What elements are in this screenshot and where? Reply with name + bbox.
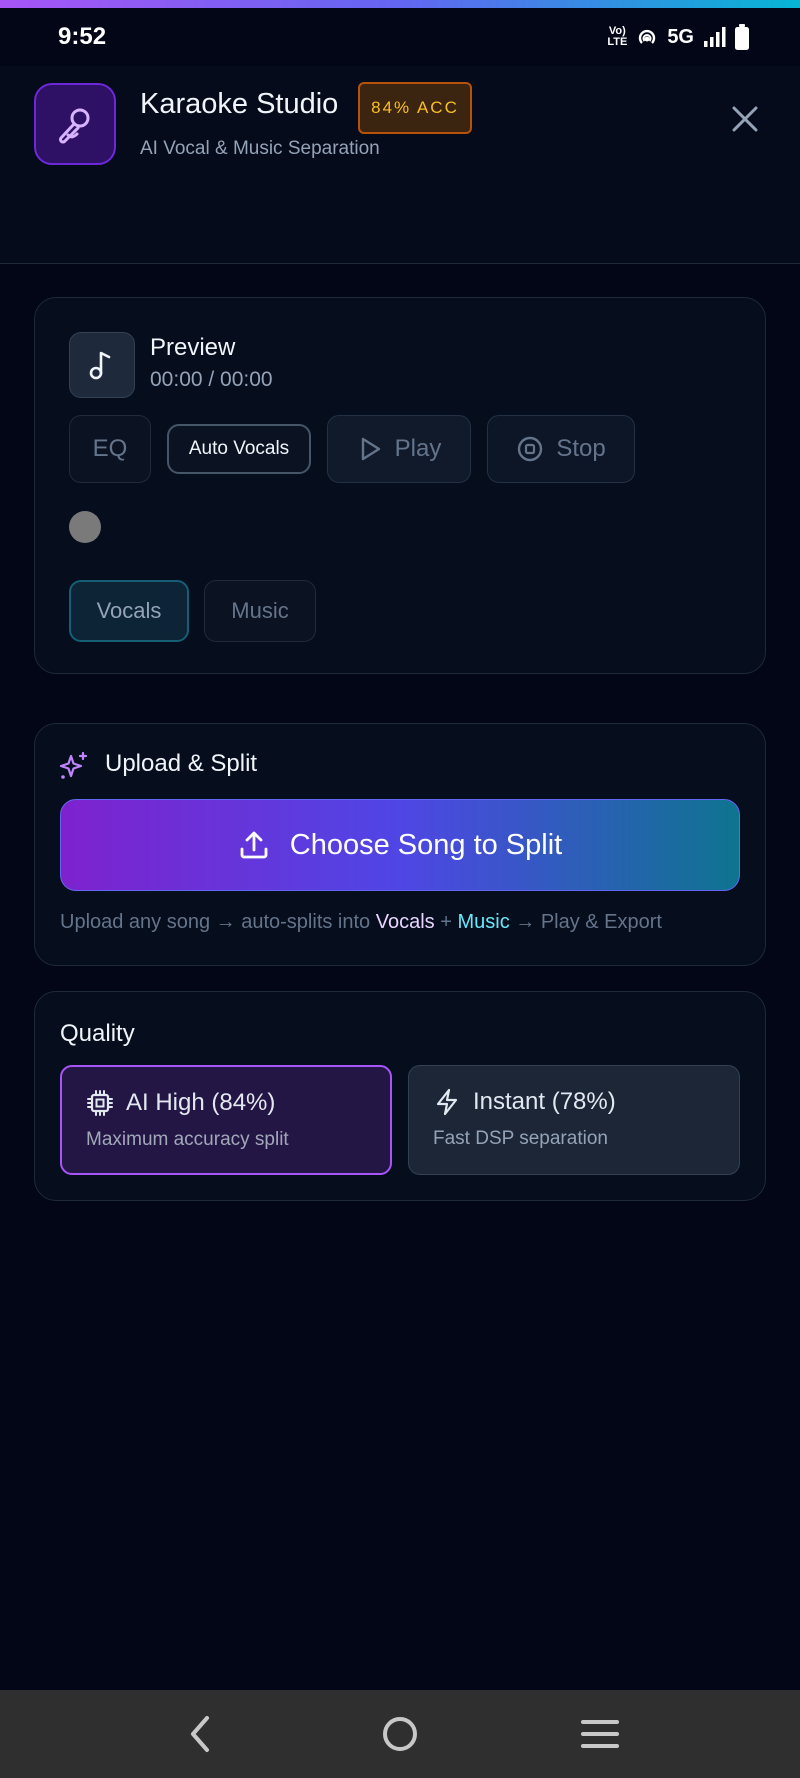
app-subtitle: AI Vocal & Music Separation bbox=[140, 138, 380, 159]
app-icon bbox=[34, 83, 116, 165]
app-title: Karaoke Studio bbox=[140, 88, 339, 120]
status-bar: 9:52 Vo) LTE 5G bbox=[0, 8, 800, 66]
top-accent-bar bbox=[0, 0, 800, 8]
upload-icon bbox=[240, 831, 268, 859]
status-time: 9:52 bbox=[58, 23, 107, 50]
vocals-track-button[interactable]: Vocals bbox=[69, 580, 189, 642]
music-note-icon bbox=[89, 351, 111, 380]
microphone-icon bbox=[59, 108, 90, 144]
upload-title: Upload & Split bbox=[105, 750, 258, 777]
auto-vocals-button[interactable]: Auto Vocals bbox=[167, 424, 311, 474]
ai-high-label: AI High (84%) bbox=[126, 1089, 276, 1116]
menu-icon bbox=[581, 1720, 619, 1748]
stop-button[interactable]: Stop bbox=[487, 415, 635, 483]
system-nav-bar bbox=[0, 1690, 800, 1778]
quality-option-ai-high[interactable]: AI High (84%) Maximum accuracy split bbox=[60, 1065, 392, 1175]
home-icon bbox=[383, 1717, 417, 1751]
preview-time: 00:00 / 00:00 bbox=[150, 368, 273, 391]
menu-button[interactable] bbox=[570, 1704, 630, 1764]
music-track-button[interactable]: Music bbox=[204, 580, 316, 642]
quality-option-instant[interactable]: Instant (78%) Fast DSP separation bbox=[408, 1065, 740, 1175]
eq-label: EQ bbox=[92, 435, 128, 462]
cpu-chip-icon bbox=[87, 1090, 113, 1116]
vocals-track-label: Vocals bbox=[96, 598, 162, 623]
hint-suffix: → Play & Export bbox=[509, 911, 662, 933]
close-icon[interactable] bbox=[728, 102, 762, 136]
auto-vocals-label: Auto Vocals bbox=[188, 438, 290, 459]
choose-song-button[interactable]: Choose Song to Split bbox=[60, 799, 740, 891]
upload-hint: Upload any song → auto-splits into Vocal… bbox=[60, 911, 662, 934]
hint-music: Music bbox=[457, 911, 510, 933]
seek-handle[interactable] bbox=[69, 511, 101, 543]
play-label: Play bbox=[394, 435, 442, 462]
stop-icon bbox=[518, 436, 543, 462]
lightning-icon bbox=[436, 1088, 458, 1116]
battery-icon bbox=[735, 24, 749, 50]
quality-title: Quality bbox=[60, 1020, 135, 1047]
status-icons: Vo) LTE 5G bbox=[607, 24, 750, 50]
choose-song-label: Choose Song to Split bbox=[289, 828, 563, 861]
upload-card: Upload & Split Choose Song to Split Uplo… bbox=[34, 723, 766, 966]
volte-icon: Vo) LTE bbox=[607, 25, 628, 48]
play-button[interactable]: Play bbox=[327, 415, 471, 483]
eq-button[interactable]: EQ bbox=[69, 415, 151, 483]
back-button[interactable] bbox=[170, 1704, 230, 1764]
hint-prefix: Upload any song → auto-splits into bbox=[60, 911, 376, 933]
preview-icon-box bbox=[69, 332, 135, 398]
stop-label: Stop bbox=[556, 435, 606, 462]
music-track-label: Music bbox=[231, 598, 289, 623]
hint-plus: + bbox=[434, 911, 458, 933]
accuracy-badge: 84% ACC bbox=[358, 82, 472, 134]
sparkle-icon bbox=[59, 751, 88, 779]
signal-icon bbox=[704, 27, 726, 47]
instant-label: Instant (78%) bbox=[473, 1088, 616, 1115]
instant-description: Fast DSP separation bbox=[433, 1128, 608, 1149]
back-icon bbox=[191, 1716, 209, 1752]
hint-vocals: Vocals bbox=[375, 911, 435, 933]
play-icon bbox=[361, 437, 380, 461]
quality-card: Quality AI High (84%) Maximum accuracy s… bbox=[34, 991, 766, 1201]
network-label: 5G bbox=[667, 25, 694, 48]
preview-title: Preview bbox=[150, 334, 236, 361]
preview-card: Preview 00:00 / 00:00 EQ Auto Vocals Pla… bbox=[34, 297, 766, 674]
ai-high-description: Maximum accuracy split bbox=[86, 1129, 289, 1150]
hotspot-icon bbox=[639, 29, 656, 44]
home-button[interactable] bbox=[370, 1704, 430, 1764]
